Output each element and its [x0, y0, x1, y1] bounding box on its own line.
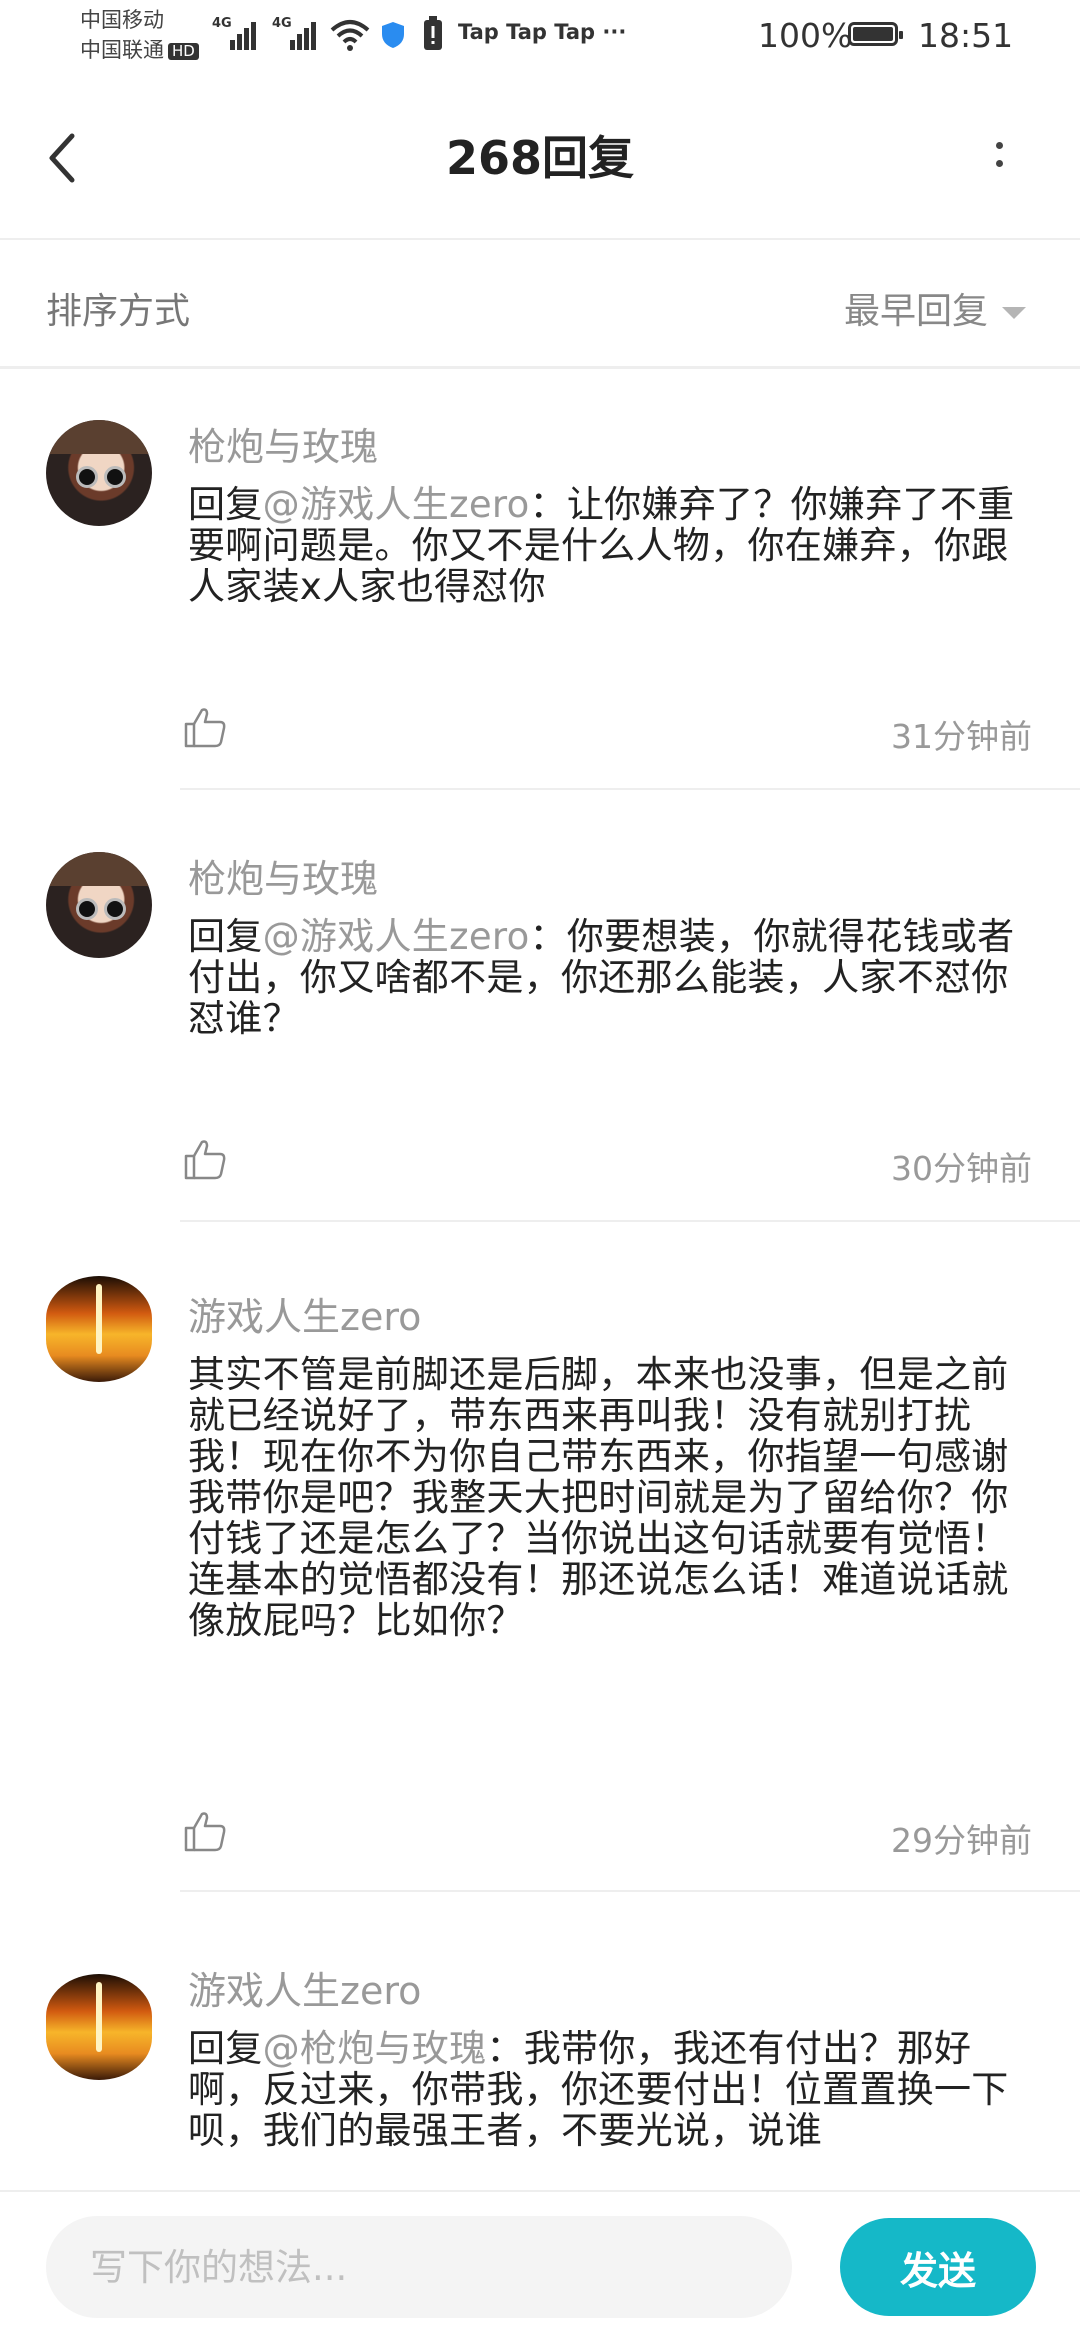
clock: 18:51: [918, 16, 1014, 55]
signal-icon-2: 4G: [272, 16, 318, 50]
battery-percent: 100%: [758, 16, 853, 55]
comment-username[interactable]: 游戏人生zero: [188, 1960, 421, 2015]
alert-icon: [424, 16, 442, 50]
app-header: 268回复: [0, 80, 1080, 240]
page-title: 268回复: [445, 131, 635, 185]
battery-icon: [848, 22, 903, 46]
send-button[interactable]: 发送: [840, 2218, 1036, 2316]
comment-username[interactable]: 游戏人生zero: [188, 1286, 421, 1341]
comment-text: 回复@游戏人生zero：你要想装，你就得花钱或者付出，你又啥都不是，你还那么能装…: [188, 915, 1015, 1041]
status-bar: 中国移动 中国联通 HD 4G 4G Tap Tap Tap ··· 100% 1…: [0, 0, 1080, 80]
like-icon[interactable]: [182, 704, 228, 750]
caret-down-icon: [1002, 307, 1026, 319]
comment-input[interactable]: [46, 2216, 792, 2318]
mention-link[interactable]: @游戏人生zero: [263, 915, 530, 958]
comment-item: 游戏人生zero 其实不管是前脚还是后脚，本来也没事，但是之前就已经说好了，带东…: [0, 1222, 1080, 1898]
app-notifications: Tap Tap Tap ···: [458, 20, 627, 44]
comment-item: 游戏人生zero 回复@枪炮与玫瑰：我带你，我还有付出？那好啊，反过来，你带我，…: [0, 1898, 1080, 2190]
comment-time: 30分钟前: [891, 1149, 1032, 1188]
comment-time: 31分钟前: [891, 717, 1032, 756]
sort-bar: 排序方式 最早回复: [0, 240, 1080, 369]
signal-icon-1: 4G: [212, 16, 258, 50]
comment-item: 枪炮与玫瑰 回复@游戏人生zero：让你嫌弃了？你嫌弃了不重要啊问题是。你又不是…: [0, 366, 1080, 790]
sort-dropdown[interactable]: 最早回复: [844, 282, 1026, 334]
comment-item: 枪炮与玫瑰 回复@游戏人生zero：你要想装，你就得花钱或者付出，你又啥都不是，…: [0, 790, 1080, 1222]
avatar[interactable]: [46, 852, 152, 958]
comment-username[interactable]: 枪炮与玫瑰: [188, 416, 378, 471]
comment-composer: 发送: [0, 2190, 1080, 2342]
mention-link[interactable]: @枪炮与玫瑰: [263, 2027, 487, 2070]
divider: [180, 1890, 1080, 1892]
comment-text: 回复@游戏人生zero：让你嫌弃了？你嫌弃了不重要啊问题是。你又不是什么人物，你…: [188, 483, 1015, 609]
wifi-icon: [330, 20, 370, 51]
carrier-1: 中国移动: [80, 8, 164, 32]
shield-icon: [382, 22, 404, 48]
like-icon[interactable]: [182, 1808, 228, 1854]
mention-link[interactable]: @游戏人生zero: [263, 483, 530, 526]
comment-text: 回复@枪炮与玫瑰：我带你，我还有付出？那好啊，反过来，你带我，你还要付出！位置置…: [188, 2027, 1009, 2153]
avatar[interactable]: [46, 1974, 152, 2080]
comment-username[interactable]: 枪炮与玫瑰: [188, 848, 378, 903]
hd-badge: HD: [168, 42, 199, 60]
avatar[interactable]: [46, 1276, 152, 1382]
like-icon[interactable]: [182, 1136, 228, 1182]
comment-time: 29分钟前: [891, 1821, 1032, 1860]
avatar[interactable]: [46, 420, 152, 526]
comment-text: 其实不管是前脚还是后脚，本来也没事，但是之前就已经说好了，带东西来再叫我！没有就…: [188, 1353, 1009, 1643]
sort-label: 排序方式: [46, 291, 191, 332]
carrier-2: 中国联通 HD: [80, 40, 199, 61]
more-options-icon[interactable]: [984, 130, 1014, 190]
